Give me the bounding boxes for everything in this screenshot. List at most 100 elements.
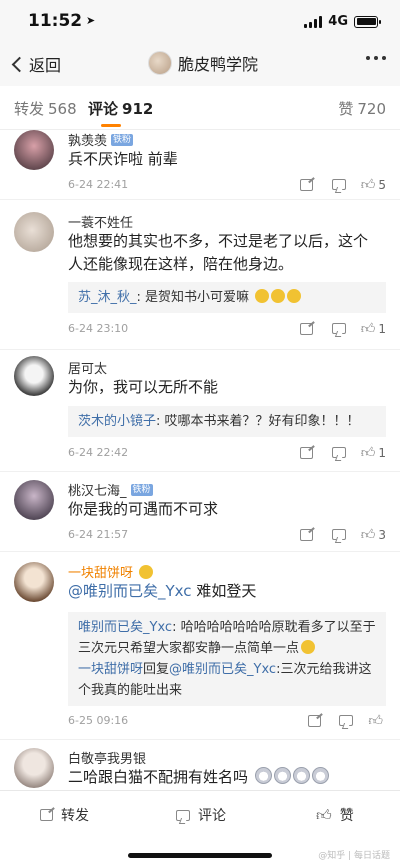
like-button[interactable]: 👍︎ — [368, 712, 386, 729]
share-button[interactable] — [291, 178, 323, 191]
comment-item: 孰羡羡 铁粉 兵不厌诈啦 前辈 6-24 22:41 👍︎ 5 — [0, 118, 400, 200]
avatar[interactable] — [14, 212, 54, 252]
comment-body: 二哈跟白猫不配拥有姓名吗 — [68, 768, 249, 786]
like-count: 1 — [378, 321, 386, 336]
like-count: 3 — [378, 527, 386, 542]
husky-emoji-icon — [254, 767, 272, 784]
reply-colon: : — [156, 414, 165, 429]
share-icon — [300, 446, 314, 459]
comment-text: 他想要的其实也不多，不过是老了以后，这个人还能像现在这样，陪在他身边。 — [68, 232, 369, 273]
comment-author[interactable]: 孰羡羡 铁粉 — [68, 130, 134, 149]
mention-link[interactable]: @唯别而已矣_Yxc — [68, 582, 192, 600]
comment-date: 6-24 22:42 — [68, 446, 129, 459]
fan-badge: 铁粉 — [130, 483, 153, 496]
thumbs-up-icon: 👍︎ — [360, 177, 376, 193]
like-button[interactable]: 👍︎ 赞 — [316, 805, 354, 825]
comment-date: 6-24 21:57 — [68, 528, 129, 541]
watermark: @知乎 | 每日话题 — [318, 851, 390, 861]
like-count: 1 — [378, 445, 386, 460]
comment-actions: 👍︎ 1 — [291, 444, 386, 461]
like-button[interactable]: 👍︎ 5 — [361, 176, 386, 193]
reply-line: 一块甜饼呀回复@唯别而已矣_Yxc:三次元给我讲这个我真的能吐出来 — [78, 659, 376, 701]
reply-preview[interactable]: 茨木的小镜子: 哎哪本书来着？？好有印象！！！ — [68, 406, 386, 437]
reply-author[interactable]: 一块甜饼呀 — [78, 662, 143, 677]
comment-icon — [331, 179, 346, 190]
reply-button[interactable] — [330, 715, 362, 726]
comment-actions: 👍︎ — [298, 712, 386, 729]
thumbs-up-icon: 👍︎ — [360, 445, 376, 461]
comment-author[interactable]: 居可太 — [68, 358, 107, 377]
avatar[interactable] — [14, 130, 54, 170]
mention-link[interactable]: @唯别而已矣_Yxc — [169, 662, 276, 677]
reply-preview[interactable]: 苏_沐_秋_: 是贺知书小可爱嘛 — [68, 282, 386, 313]
reply-button[interactable] — [323, 323, 355, 334]
reply-preview[interactable]: 唯别而已矣_Yxc: 哈哈哈哈哈哈哈原耽看多了以至于三次元只希望大家都安静一点简… — [68, 612, 386, 706]
fan-badge: 铁粉 — [111, 133, 134, 146]
reply-colon: : — [136, 290, 146, 305]
author-name: 白敬亭我男银 — [68, 752, 147, 767]
share-button[interactable] — [291, 528, 323, 541]
comment-item: 一块甜饼呀 @唯别而已矣_Yxc 难如登天 唯别而已矣_Yxc: 哈哈哈哈哈哈哈… — [0, 552, 400, 740]
author-name: 居可太 — [68, 362, 108, 377]
back-button[interactable]: 返回 — [10, 52, 61, 76]
comment-actions: 👍︎ 1 — [291, 320, 386, 337]
tab-comments[interactable]: 评论 912 — [88, 98, 153, 119]
tab-count: 568 — [48, 100, 77, 118]
thumbs-up-icon: 👍︎ — [368, 713, 383, 729]
back-label: 返回 — [29, 56, 62, 75]
comment-date: 6-24 23:10 — [68, 322, 129, 335]
like-button[interactable]: 👍︎ 1 — [361, 444, 386, 461]
comment-author[interactable]: 白敬亭我男银 — [68, 748, 146, 767]
home-indicator[interactable] — [128, 853, 272, 858]
reply-button[interactable] — [323, 447, 355, 458]
repost-button[interactable]: 转发 — [40, 805, 89, 825]
comment-author[interactable]: 一蓑不姓任 — [68, 212, 133, 231]
tab-repost[interactable]: 转发 568 — [14, 98, 77, 119]
reply-author[interactable]: 苏_沐_秋_ — [78, 290, 137, 305]
tab-label: 评论 — [88, 100, 119, 118]
reply-author[interactable]: 茨木的小镜子 — [78, 414, 156, 429]
reply-verb: 回复 — [143, 662, 170, 677]
signal-icon — [304, 15, 323, 28]
like-count: 5 — [378, 177, 386, 192]
husky-emoji-icon — [311, 767, 329, 784]
reply-text: 是贺知书小可爱嘛 — [145, 290, 250, 305]
comment-button[interactable]: 评论 — [176, 805, 226, 825]
laugh-emoji-icon — [301, 640, 316, 654]
comment-text: 为你，我可以无所不能 — [68, 378, 219, 396]
blush-emoji-icon — [139, 564, 154, 579]
avatar[interactable] — [14, 356, 54, 396]
reply-button[interactable] — [323, 179, 355, 190]
comment-author[interactable]: 桃汉七海_ 铁粉 — [68, 480, 153, 499]
share-button[interactable] — [291, 446, 323, 459]
comment-date: 6-24 22:41 — [68, 178, 129, 191]
more-icon[interactable] — [366, 56, 386, 60]
comment-author[interactable]: 一块甜饼呀 — [68, 562, 154, 581]
share-icon — [40, 809, 53, 821]
reply-line: 唯别而已矣_Yxc: 哈哈哈哈哈哈哈原耽看多了以至于三次元只希望大家都安静一点简… — [78, 617, 376, 659]
comment-text: 你是我的可遇而不可求 — [68, 500, 219, 518]
comment-text: 二哈跟白猫不配拥有姓名吗 — [68, 766, 382, 789]
tab-count: 912 — [122, 100, 154, 118]
share-icon — [300, 322, 314, 335]
avatar[interactable] — [14, 480, 54, 520]
like-button[interactable]: 👍︎ 3 — [361, 526, 386, 543]
page-title: 脆皮鸭学院 — [178, 55, 259, 74]
reply-author[interactable]: 唯别而已矣_Yxc — [78, 620, 172, 635]
comment-text: 兵不厌诈啦 前辈 — [68, 150, 178, 168]
share-icon — [307, 714, 321, 727]
avatar[interactable] — [14, 562, 54, 602]
tab-likes[interactable]: 赞 720 — [338, 98, 386, 119]
nav-bar: 返回 脆皮鸭学院 — [0, 44, 400, 86]
reply-button[interactable] — [323, 529, 355, 540]
share-button[interactable] — [291, 322, 323, 335]
status-time: 11:52 — [28, 11, 83, 31]
husky-emoji-icon — [273, 767, 291, 784]
avatar[interactable] — [14, 748, 54, 788]
battery-icon — [354, 15, 381, 28]
comment-item: 一蓑不姓任 他想要的其实也不多，不过是老了以后，这个人还能像现在这样，陪在他身边… — [0, 200, 400, 350]
nav-title[interactable]: 脆皮鸭学院 — [148, 51, 258, 75]
comment-label: 评论 — [198, 808, 226, 824]
like-button[interactable]: 👍︎ 1 — [361, 320, 386, 337]
share-button[interactable] — [298, 714, 330, 727]
